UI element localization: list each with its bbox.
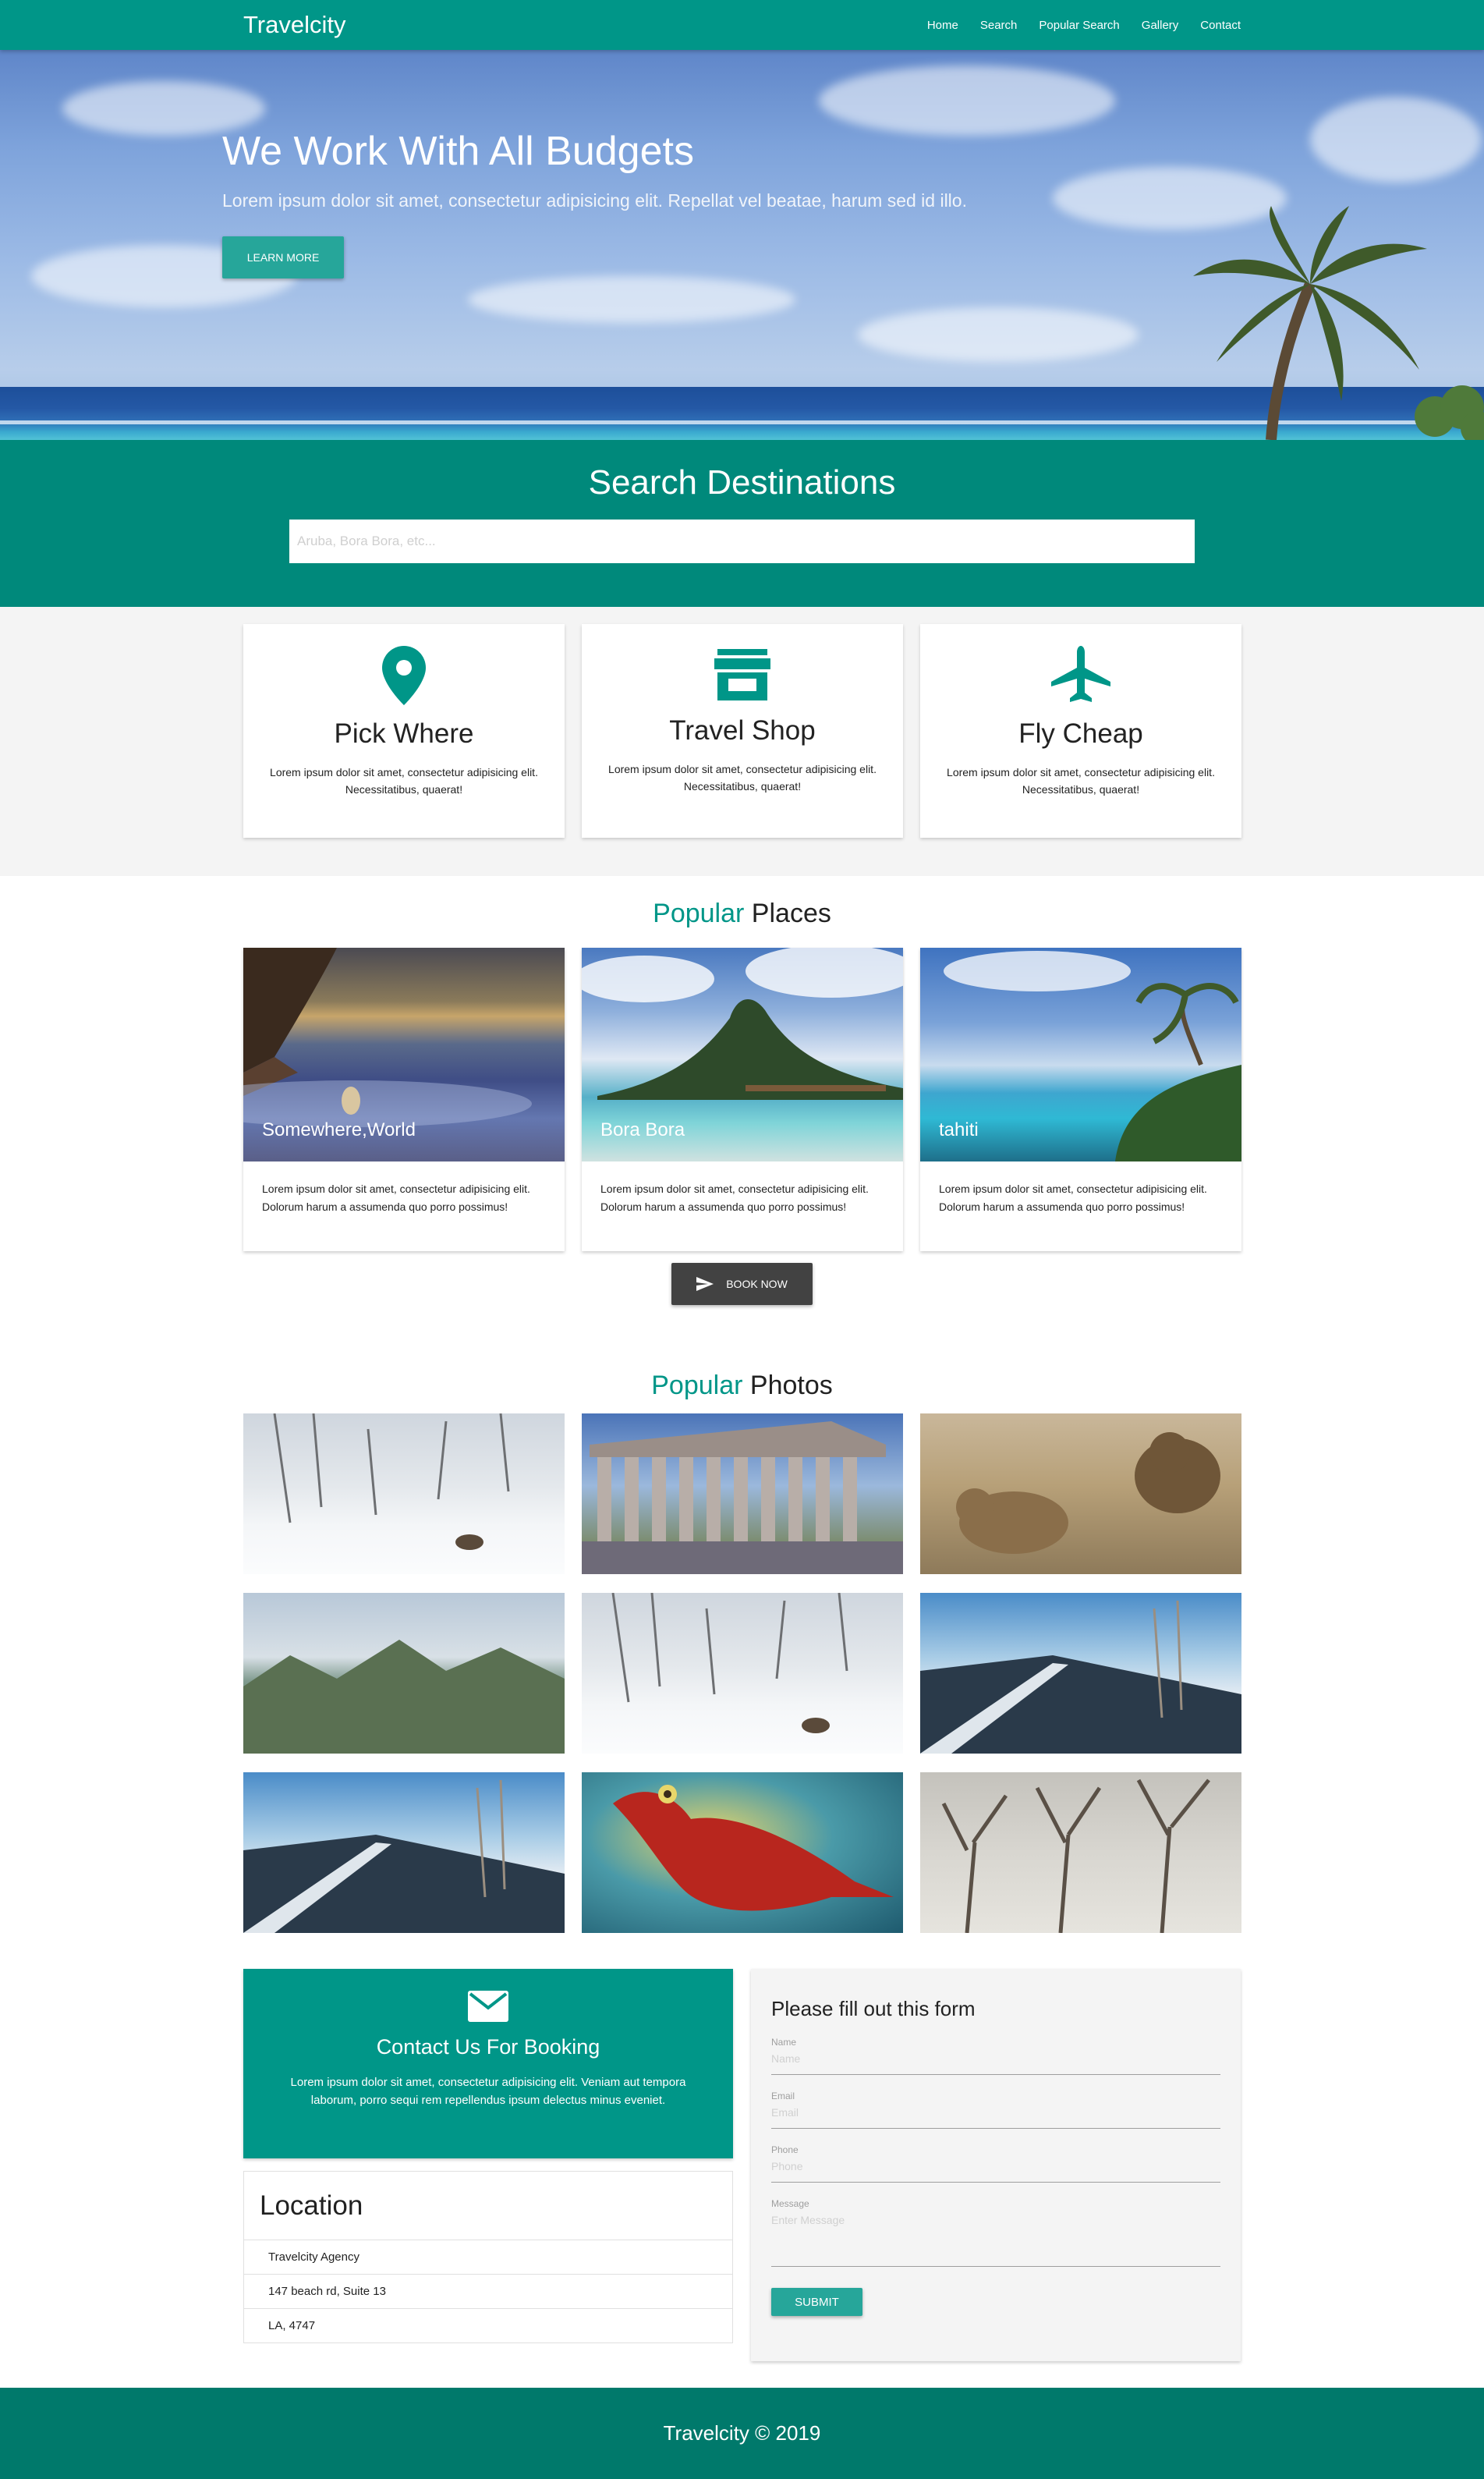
hero-cloud bbox=[819, 66, 1115, 136]
gallery-photo-parthenon[interactable] bbox=[582, 1413, 903, 1574]
contact-booking-card: Contact Us For Booking Lorem ipsum dolor… bbox=[243, 1969, 733, 2158]
hero-subtitle: Lorem ipsum dolor sit amet, consectetur … bbox=[222, 190, 967, 211]
send-icon bbox=[696, 1277, 714, 1291]
envelope-icon bbox=[468, 1991, 508, 2022]
feature-text: Lorem ipsum dolor sit amet, consectetur … bbox=[608, 763, 877, 793]
message-label: Message bbox=[771, 2198, 809, 2209]
phone-label: Phone bbox=[771, 2144, 799, 2155]
nav-menu: Home Search Popular Search Gallery Conta… bbox=[905, 0, 1241, 50]
message-textarea[interactable] bbox=[771, 2209, 1220, 2267]
place-image: Bora Bora bbox=[582, 948, 903, 1161]
gallery-photo-bears[interactable] bbox=[920, 1413, 1241, 1574]
place-caption: tahiti bbox=[939, 1119, 979, 1140]
popular-places-title: Popular Places bbox=[0, 899, 1484, 929]
popular-photos-title: Popular Photos bbox=[0, 1371, 1484, 1401]
footer-copyright: Travelcity © 2019 bbox=[663, 2421, 821, 2445]
feature-title: Pick Where bbox=[334, 718, 474, 749]
feature-text: Lorem ipsum dolor sit amet, consectetur … bbox=[947, 766, 1215, 796]
palm-tree-image bbox=[1193, 206, 1484, 440]
location-line: 147 beach rd, Suite 13 bbox=[244, 2275, 732, 2309]
nav-link-home[interactable]: Home bbox=[927, 19, 958, 32]
name-label: Name bbox=[771, 2037, 797, 2048]
parthenon-image bbox=[582, 1421, 903, 1574]
location-title: Location bbox=[244, 2172, 732, 2240]
place-caption: Somewhere,World bbox=[262, 1119, 416, 1140]
email-input[interactable] bbox=[771, 2101, 1220, 2129]
place-image: Somewhere,World bbox=[243, 948, 565, 1161]
book-now-button[interactable]: Book Now bbox=[671, 1263, 813, 1305]
bears-image bbox=[956, 1432, 1220, 1554]
place-card-somewhere[interactable]: Somewhere,World Lorem ipsum dolor sit am… bbox=[243, 948, 565, 1251]
book-now-label: Book Now bbox=[726, 1278, 788, 1290]
feature-card-fly-cheap: Fly Cheap Lorem ipsum dolor sit amet, co… bbox=[920, 624, 1241, 838]
winter-river-image bbox=[243, 1779, 565, 1933]
feature-card-pick-where: Pick Where Lorem ipsum dolor sit amet, c… bbox=[243, 624, 565, 838]
hero-cloud bbox=[1310, 97, 1482, 183]
message-field-group: Message bbox=[771, 2198, 1220, 2271]
submit-button[interactable]: Submit bbox=[771, 2288, 862, 2316]
feature-title: Travel Shop bbox=[669, 715, 816, 746]
place-caption: Bora Bora bbox=[600, 1119, 685, 1140]
feature-text: Lorem ipsum dolor sit amet, consectetur … bbox=[270, 766, 538, 796]
place-card-bora-bora[interactable]: Bora Bora Lorem ipsum dolor sit amet, co… bbox=[582, 948, 903, 1251]
name-input[interactable] bbox=[771, 2048, 1220, 2075]
location-line: Travelcity Agency bbox=[244, 2240, 732, 2275]
contact-title: Contact Us For Booking bbox=[376, 2035, 600, 2059]
location-line: LA, 4747 bbox=[268, 2319, 316, 2332]
gallery-photo-winter-river[interactable] bbox=[920, 1593, 1241, 1754]
navbar: Travelcity Home Search Popular Search Ga… bbox=[0, 0, 1484, 50]
place-text: Lorem ipsum dolor sit amet, consectetur … bbox=[262, 1183, 530, 1213]
snow-forest-image bbox=[273, 1413, 510, 1550]
email-label: Email bbox=[771, 2091, 795, 2101]
airplane-icon bbox=[1051, 646, 1110, 702]
search-section: Search Destinations bbox=[0, 440, 1484, 607]
place-image: tahiti bbox=[920, 948, 1241, 1161]
brand-logo[interactable]: Travelcity bbox=[243, 11, 345, 39]
email-field-group: Email bbox=[771, 2091, 1220, 2129]
phone-field-group: Phone bbox=[771, 2144, 1220, 2183]
red-bird-image bbox=[613, 1785, 894, 1911]
hero-title: We Work With All Budgets bbox=[222, 129, 694, 174]
feature-title: Fly Cheap bbox=[1018, 718, 1143, 749]
title-rest: Places bbox=[751, 899, 831, 928]
mountain-range-image bbox=[243, 1640, 565, 1754]
nav-link-search[interactable]: Search bbox=[980, 19, 1018, 32]
title-accent: Popular bbox=[651, 1371, 743, 1400]
phone-input[interactable] bbox=[771, 2155, 1220, 2183]
search-destinations-input[interactable] bbox=[289, 520, 1195, 563]
foggy-trees-image bbox=[941, 1779, 1210, 1933]
hero-content: We Work With All Budgets Lorem ipsum dol… bbox=[222, 128, 967, 278]
gallery-photo-snowy-forest-cat[interactable] bbox=[243, 1413, 565, 1574]
name-field-group: Name bbox=[771, 2037, 1220, 2075]
map-pin-icon bbox=[382, 646, 426, 705]
nav-link-gallery[interactable]: Gallery bbox=[1142, 19, 1179, 32]
nav-link-popular-search[interactable]: Popular Search bbox=[1039, 19, 1119, 32]
place-text: Lorem ipsum dolor sit amet, consectetur … bbox=[939, 1183, 1207, 1213]
snow-forest-image bbox=[611, 1593, 848, 1733]
location-card: Location Travelcity Agency 147 beach rd,… bbox=[243, 2171, 733, 2343]
gallery-photo-red-bird[interactable] bbox=[582, 1772, 903, 1933]
gallery-photo-snowy-forest-cat-2[interactable] bbox=[582, 1593, 903, 1754]
place-card-tahiti[interactable]: tahiti Lorem ipsum dolor sit amet, conse… bbox=[920, 948, 1241, 1251]
booking-form: Please fill out this form Name Email Pho… bbox=[751, 1969, 1241, 2361]
footer: Travelcity © 2019 bbox=[0, 2388, 1484, 2479]
contact-text: Lorem ipsum dolor sit amet, consectetur … bbox=[290, 2076, 686, 2107]
gallery-photo-foggy-trees[interactable] bbox=[920, 1772, 1241, 1933]
hero-cloud bbox=[468, 276, 795, 323]
hero-section: We Work With All Budgets Lorem ipsum dol… bbox=[0, 50, 1484, 440]
place-text: Lorem ipsum dolor sit amet, consectetur … bbox=[600, 1183, 869, 1213]
nav-link-contact[interactable]: Contact bbox=[1200, 19, 1241, 32]
search-title: Search Destinations bbox=[588, 463, 896, 502]
title-rest: Photos bbox=[749, 1371, 833, 1400]
learn-more-button[interactable]: Learn More bbox=[222, 236, 344, 278]
gallery-photo-mountains[interactable] bbox=[243, 1593, 565, 1754]
feature-card-travel-shop: Travel Shop Lorem ipsum dolor sit amet, … bbox=[582, 624, 903, 838]
store-icon bbox=[714, 649, 770, 700]
features-section: Pick Where Lorem ipsum dolor sit amet, c… bbox=[0, 607, 1484, 876]
gallery-photo-winter-river-2[interactable] bbox=[243, 1772, 565, 1933]
winter-river-image bbox=[920, 1600, 1241, 1754]
form-title: Please fill out this form bbox=[771, 1997, 976, 2020]
title-accent: Popular bbox=[653, 899, 745, 928]
